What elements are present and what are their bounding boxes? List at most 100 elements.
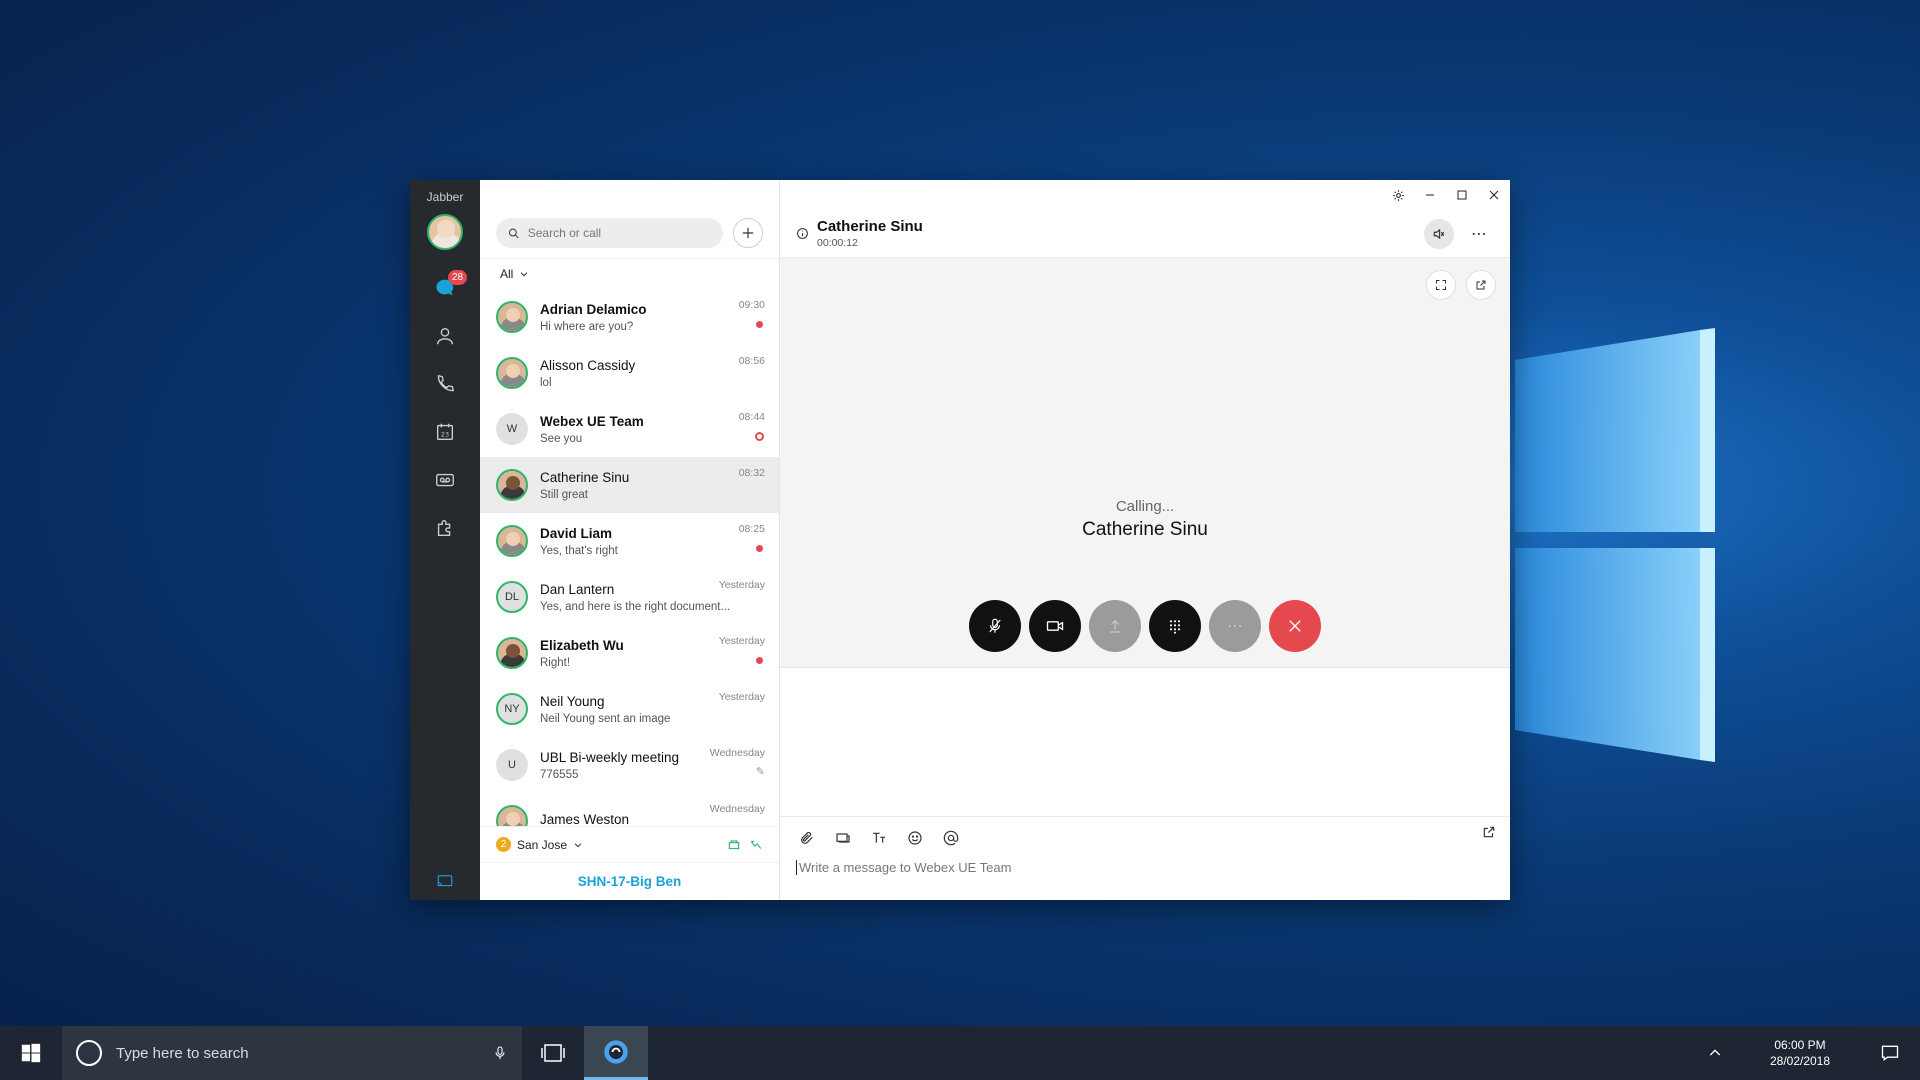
conversation-item[interactable]: DL Dan Lantern Yes, and here is the right …	[480, 569, 779, 625]
clock-date: 28/02/2018	[1769, 1054, 1831, 1068]
call-contact-name: Catherine Sinu	[817, 218, 923, 235]
keypad-icon	[1169, 620, 1181, 634]
show-hidden-icons-button[interactable]	[1690, 1045, 1740, 1061]
conversation-item[interactable]: Adrian Delamico Hi where are you? 09:30	[480, 289, 779, 345]
nav-meetings[interactable]: 23	[410, 408, 480, 456]
fullscreen-button[interactable]	[1426, 270, 1456, 300]
nav-voicemail[interactable]	[410, 456, 480, 504]
speaker-icon	[1433, 228, 1445, 239]
my-avatar[interactable]	[427, 214, 463, 250]
conversation-time: 08:56	[738, 355, 765, 367]
new-conversation-button[interactable]	[733, 218, 763, 248]
search-row	[480, 180, 779, 258]
unread-dot-icon	[756, 657, 763, 664]
video-button[interactable]	[1029, 600, 1081, 652]
keypad-button[interactable]	[1149, 600, 1201, 652]
end-call-button[interactable]	[1269, 600, 1321, 652]
mute-button[interactable]	[969, 600, 1021, 652]
conversation-item[interactable]: Alisson Cassidy lol 08:56	[480, 345, 779, 401]
app-brand: Jabber	[426, 190, 464, 204]
taskbar-search-input[interactable]	[116, 1044, 478, 1062]
start-button[interactable]	[0, 1026, 62, 1080]
chevron-down-icon	[521, 272, 528, 277]
call-timer: 00:00:12	[817, 237, 858, 249]
conversation-body: Adrian Delamico Hi where are you?	[540, 302, 765, 333]
message-input[interactable]	[796, 860, 1494, 875]
conversation-name: Webex UE Team	[540, 413, 644, 429]
popout-button[interactable]	[1466, 270, 1496, 300]
maximize-button[interactable]	[1454, 187, 1470, 203]
puzzle-icon	[437, 520, 451, 537]
text-format-button[interactable]	[868, 827, 890, 849]
taskbar-search[interactable]	[62, 1026, 522, 1080]
nav-messages[interactable]: 28	[410, 264, 480, 312]
desk-phone-icon[interactable]	[727, 838, 741, 852]
conversation-item[interactable]: NY Neil Young Neil Young sent an image Yest…	[480, 681, 779, 737]
call-forward-icon[interactable]	[749, 838, 763, 852]
conversation-item[interactable]: U UBL Bi-weekly meeting 776555 Wednesday ✎	[480, 737, 779, 793]
device-label: SHN-17-Big Ben	[577, 874, 682, 889]
draft-pencil-icon: ✎	[755, 766, 765, 778]
unread-dot-icon	[756, 545, 763, 552]
info-icon[interactable]	[796, 227, 809, 240]
task-view-button[interactable]	[522, 1026, 584, 1080]
filter-dropdown[interactable]: All	[480, 258, 779, 289]
screen-capture-button[interactable]	[832, 827, 854, 849]
action-center-button[interactable]	[1860, 1043, 1920, 1063]
ellipsis-icon: ⋯	[1227, 618, 1243, 635]
voicemail-icon	[436, 473, 454, 487]
location-selector[interactable]: 2 San Jose	[480, 826, 779, 862]
speaker-button[interactable]	[1424, 218, 1454, 249]
windows-start-icon	[21, 1043, 41, 1063]
more-options-button[interactable]: ⋯	[1464, 219, 1494, 249]
jabber-app-icon	[604, 1039, 628, 1064]
settings-button[interactable]	[1390, 187, 1406, 203]
nav-contacts[interactable]	[410, 312, 480, 360]
composer-popout-button[interactable]	[1482, 825, 1496, 844]
conversation-time: 09:30	[738, 299, 765, 311]
nav-calls[interactable]	[410, 360, 480, 408]
minimize-icon	[1426, 194, 1434, 196]
gear-icon	[1392, 189, 1404, 201]
cast-icon[interactable]	[436, 872, 454, 890]
unread-badge: 28	[448, 270, 468, 285]
avatar	[496, 469, 528, 501]
emoji-button[interactable]	[904, 827, 926, 849]
share-button[interactable]	[1089, 600, 1141, 652]
conversation-item[interactable]: Catherine Sinu Still great 08:32	[480, 457, 779, 513]
close-icon	[1489, 190, 1499, 200]
avatar	[496, 301, 528, 333]
conversation-name: David Liam	[540, 525, 613, 541]
search-input[interactable]	[527, 226, 711, 240]
conversation-body: Webex UE Team See you	[540, 414, 765, 445]
popout-icon	[1476, 280, 1486, 290]
conversation-item[interactable]: W Webex UE Team See you 08:44	[480, 401, 779, 457]
search-box[interactable]	[496, 218, 723, 248]
taskbar-jabber-app[interactable]	[584, 1026, 648, 1080]
conversation-body: Alisson Cassidy lol	[540, 358, 765, 389]
microphone-icon[interactable]	[492, 1044, 508, 1062]
nav-rail: Jabber 28 23	[410, 180, 480, 900]
nav-integrations[interactable]	[410, 504, 480, 552]
mention-button[interactable]	[940, 827, 962, 849]
more-call-options-button[interactable]: ⋯	[1209, 600, 1261, 652]
status-icons	[727, 838, 763, 852]
avatar	[496, 637, 528, 669]
conversation-name: Alisson Cassidy	[540, 357, 636, 373]
minimize-button[interactable]	[1422, 187, 1438, 203]
ellipsis-icon: ⋯	[1471, 225, 1487, 243]
jabber-window: Jabber 28 23 Search or call All Adrian D…	[410, 180, 1510, 900]
smiley-icon	[908, 831, 922, 845]
conversation-item[interactable]: Elizabeth Wu Right! Yesterday	[480, 625, 779, 681]
conversation-item[interactable]: David Liam Yes, that's right 08:25	[480, 513, 779, 569]
popout-icon	[1483, 826, 1495, 838]
close-button[interactable]	[1486, 187, 1502, 203]
video-camera-icon	[1046, 621, 1064, 631]
call-panel: Catherine Sinu 00:00:12 ⋯ Calling... Cat…	[780, 180, 1510, 900]
system-clock[interactable]: 06:00 PM 28/02/2018	[1740, 1037, 1860, 1069]
device-selector[interactable]: SHN-17-Big Ben	[480, 862, 779, 900]
search-icon	[508, 228, 519, 238]
conversation-item[interactable]: James Weston Wednesday	[480, 793, 779, 826]
cortana-icon	[76, 1040, 102, 1066]
attach-button[interactable]	[796, 827, 818, 849]
